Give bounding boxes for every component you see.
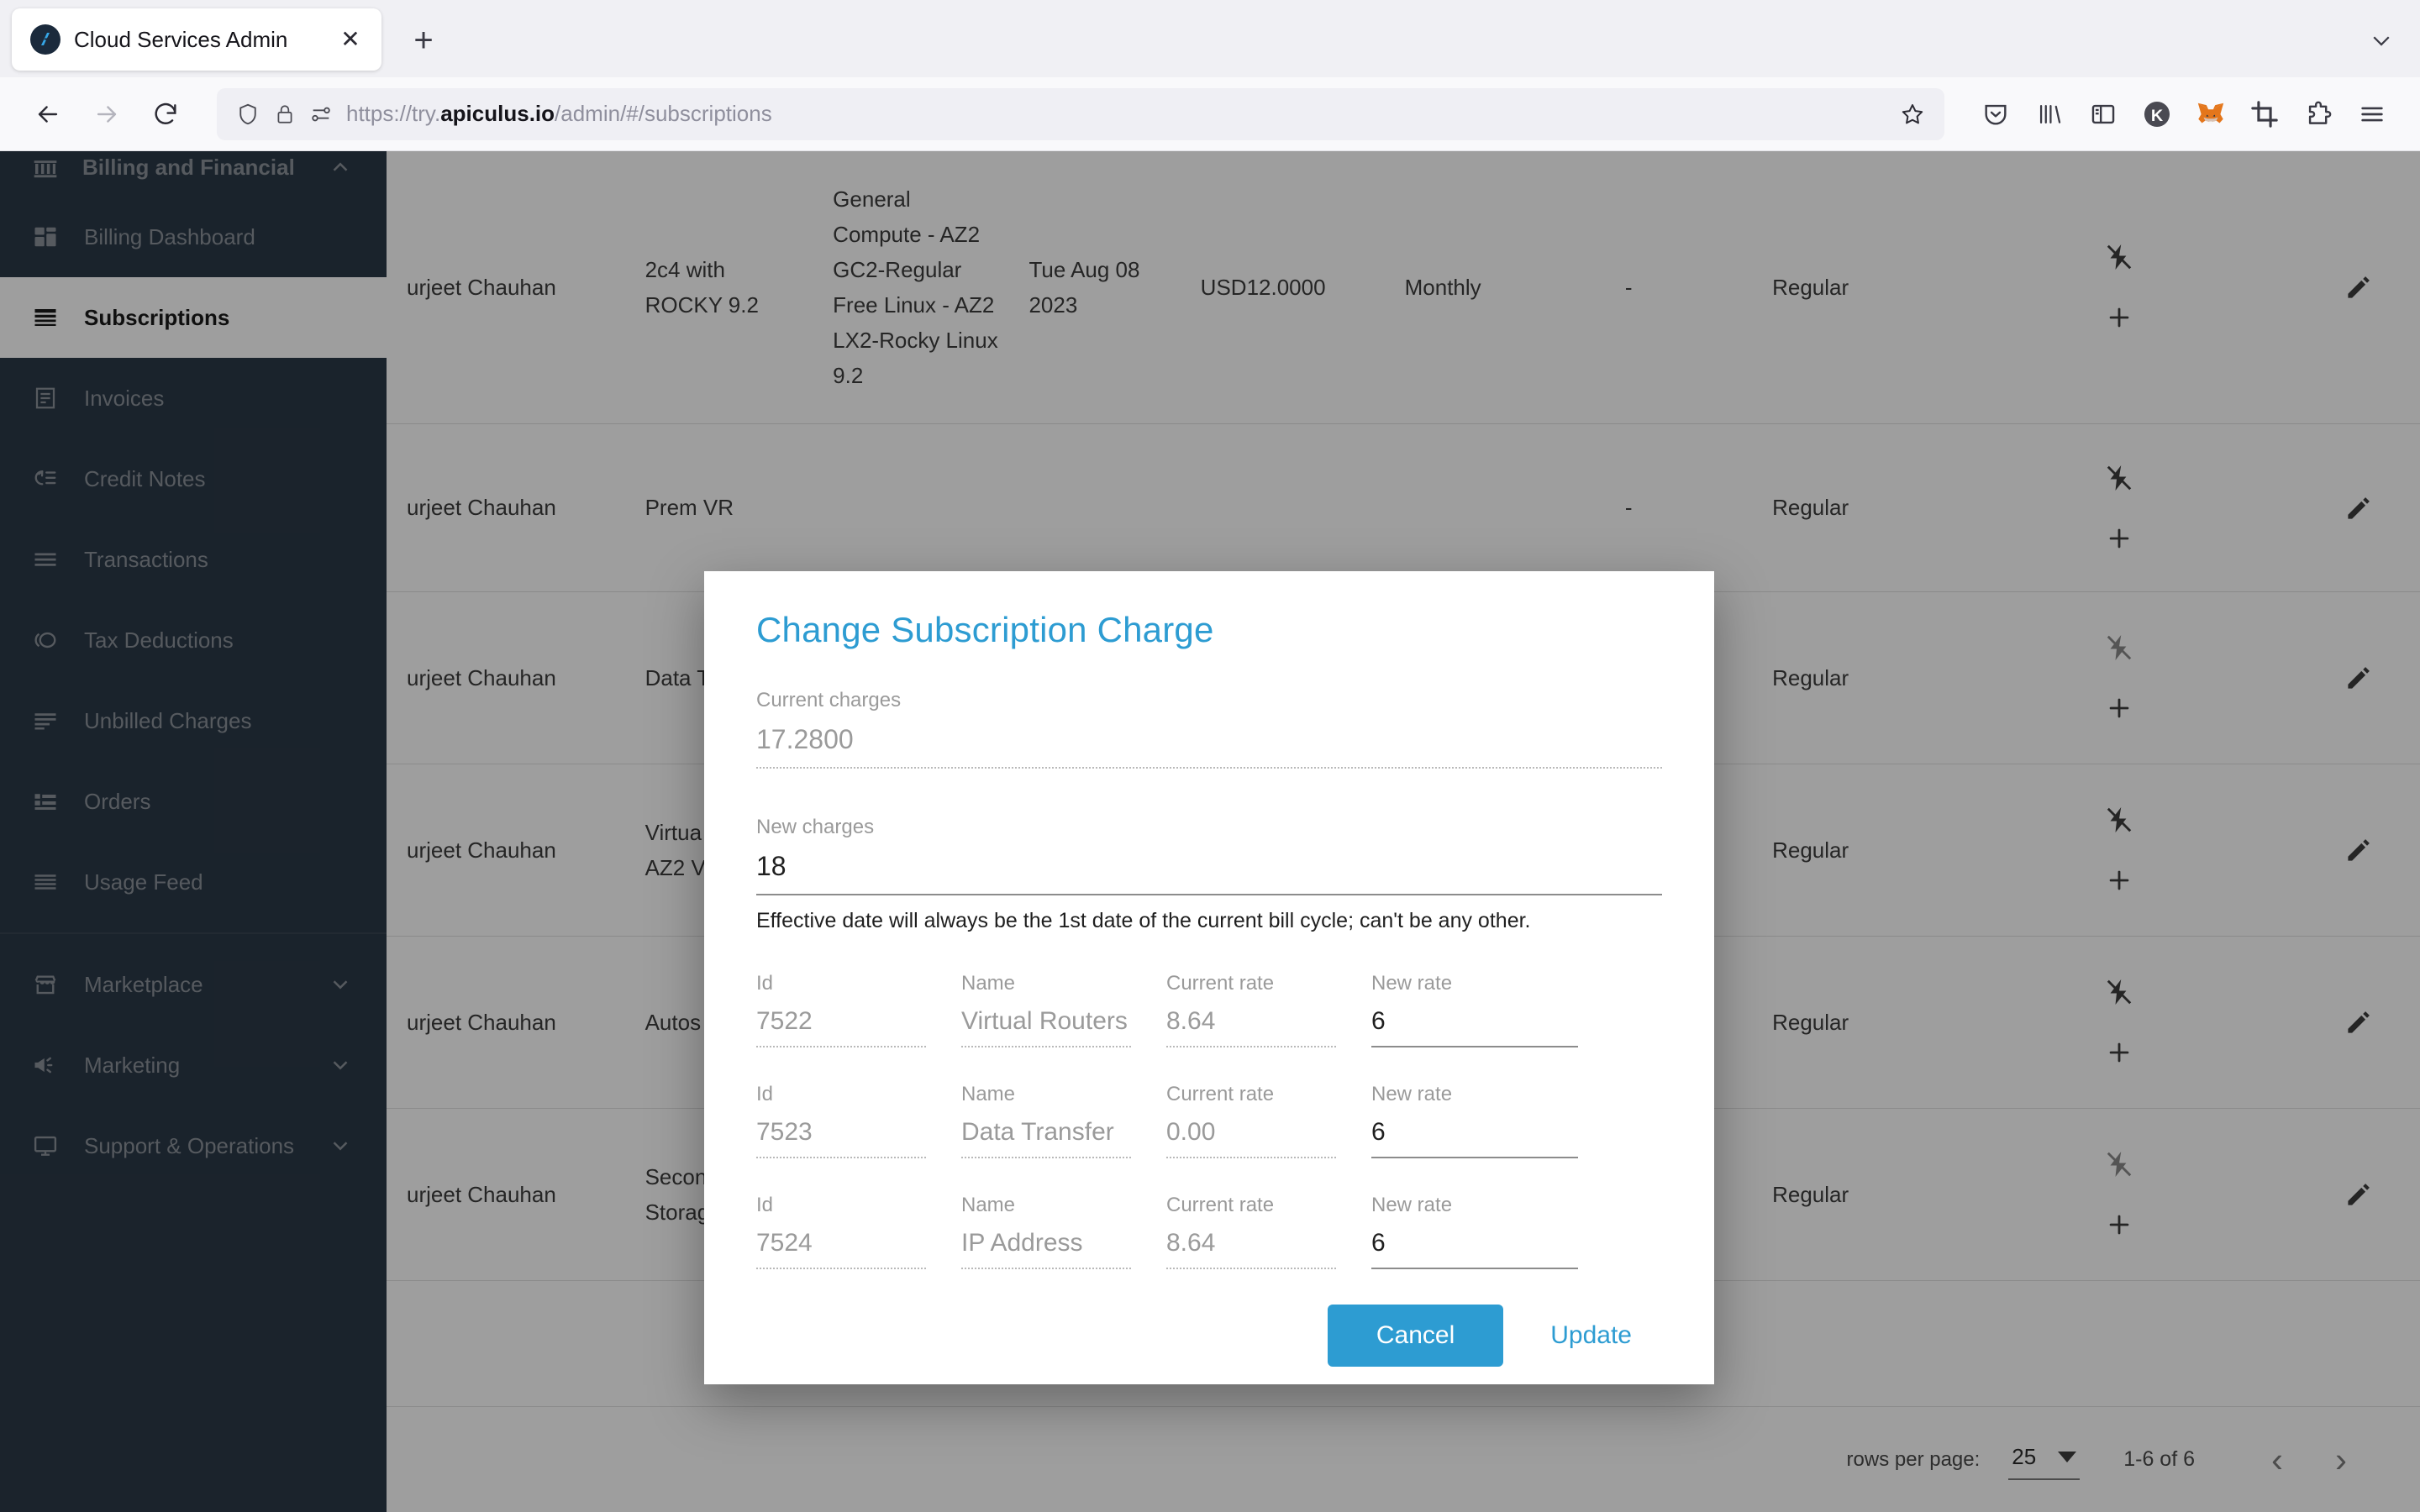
rate-row: Id 7524 Name IP Address Current rate 8.64 New … [756,1194,1662,1269]
rate-row: Id 7523 Name Data Transfer Current rate 0.00 N… [756,1083,1662,1158]
current-charges-field: Current charges 17.2800 [756,689,1662,769]
tab-title: Cloud Services Admin [74,27,323,53]
rate-name-field: Name Data Transfer [961,1083,1131,1158]
url-bar[interactable]: https://try.apiculus.io/admin/#/subscrip… [217,88,1944,140]
new-charges-field[interactable]: New charges 18 [756,816,1662,895]
rate-current-value: 8.64 [1166,1229,1336,1269]
rate-id-label: Id [756,1194,926,1217]
list-all-tabs-chevron-down-icon[interactable] [2358,17,2405,64]
rate-name-label: Name [961,972,1131,995]
rate-id-field: Id 7522 [756,972,926,1047]
rate-new-input[interactable]: 6 [1371,1229,1578,1269]
url-text[interactable]: https://try.apiculus.io/admin/#/subscrip… [346,101,1886,127]
new-tab-button[interactable]: + [400,17,447,64]
rate-new-input[interactable]: 6 [1371,1118,1578,1158]
rate-current-field: Current rate 8.64 [1166,1194,1336,1269]
rate-id-label: Id [756,972,926,995]
rate-new-label: New rate [1371,1194,1578,1217]
shield-icon[interactable] [235,102,260,127]
rate-current-field: Current rate 8.64 [1166,972,1336,1047]
rate-id-value: 7524 [756,1229,926,1269]
k-extension-icon[interactable]: K [2131,88,2183,140]
rate-new-field[interactable]: New rate 6 [1371,1083,1578,1158]
extensions-toolbar: K [1970,88,2398,140]
browser-window: Cloud Services Admin ✕ + h [0,0,2420,1512]
rate-new-input[interactable]: 6 [1371,1007,1578,1047]
rate-name-label: Name [961,1194,1131,1217]
library-icon[interactable] [2023,88,2075,140]
rate-current-label: Current rate [1166,1083,1336,1106]
field-spacer [756,780,1662,816]
rate-current-label: Current rate [1166,972,1336,995]
rate-current-field: Current rate 0.00 [1166,1083,1336,1158]
rate-current-value: 0.00 [1166,1118,1336,1158]
rate-name-field: Name Virtual Routers - [961,972,1131,1047]
rate-new-field[interactable]: New rate 6 [1371,1194,1578,1269]
browser-tab[interactable]: Cloud Services Admin ✕ [12,8,381,71]
current-charges-value: 17.2800 [756,724,1662,769]
effective-date-note: Effective date will always be the 1st da… [756,909,1662,933]
app-viewport: Billing and Financial Billing Dashboard … [0,151,2420,1512]
rate-name-value: Virtual Routers - [961,1007,1131,1047]
svg-text:K: K [2151,106,2164,124]
new-charges-label: New charges [756,816,1662,839]
sidebar-icon[interactable] [2077,88,2129,140]
rate-id-field: Id 7523 [756,1083,926,1158]
cancel-button[interactable]: Cancel [1328,1305,1503,1367]
reload-icon[interactable] [139,88,192,140]
crop-icon[interactable] [2238,88,2291,140]
rate-id-label: Id [756,1083,926,1106]
rate-name-value: IP Address [961,1229,1131,1269]
rate-current-value: 8.64 [1166,1007,1336,1047]
forward-arrow-icon[interactable] [81,88,133,140]
rate-id-value: 7523 [756,1118,926,1158]
close-icon[interactable]: ✕ [336,25,365,54]
rate-id-value: 7522 [756,1007,926,1047]
rate-new-label: New rate [1371,1083,1578,1106]
dialog-title: Change Subscription Charge [756,610,1662,650]
rate-name-label: Name [961,1083,1131,1106]
permissions-icon[interactable] [309,102,333,126]
rate-current-label: Current rate [1166,1194,1336,1217]
dialog-actions: Cancel Update [756,1305,1662,1367]
change-subscription-charge-dialog: Change Subscription Charge Current charg… [704,571,1714,1384]
extensions-puzzle-icon[interactable] [2292,88,2344,140]
apiculus-logo-icon [30,24,60,55]
rate-row: Id 7522 Name Virtual Routers - Current rate 8… [756,972,1662,1047]
current-charges-label: Current charges [756,689,1662,712]
back-arrow-icon[interactable] [22,88,74,140]
pocket-icon[interactable] [1970,88,2022,140]
update-button[interactable]: Update [1520,1305,1662,1367]
rate-name-value: Data Transfer [961,1118,1131,1158]
rate-rows-container: Id 7522 Name Virtual Routers - Current rate 8… [756,972,1662,1269]
browser-toolbar: https://try.apiculus.io/admin/#/subscrip… [0,77,2420,151]
rate-id-field: Id 7524 [756,1194,926,1269]
bookmark-star-icon[interactable] [1899,101,1926,128]
metamask-icon[interactable] [2185,88,2237,140]
app-menu-icon[interactable] [2346,88,2398,140]
rate-name-field: Name IP Address [961,1194,1131,1269]
tab-strip: Cloud Services Admin ✕ + [0,0,2420,77]
rate-new-label: New rate [1371,972,1578,995]
new-charges-input[interactable]: 18 [756,851,1662,895]
lock-icon[interactable] [274,103,296,125]
rate-new-field[interactable]: New rate 6 [1371,972,1578,1047]
